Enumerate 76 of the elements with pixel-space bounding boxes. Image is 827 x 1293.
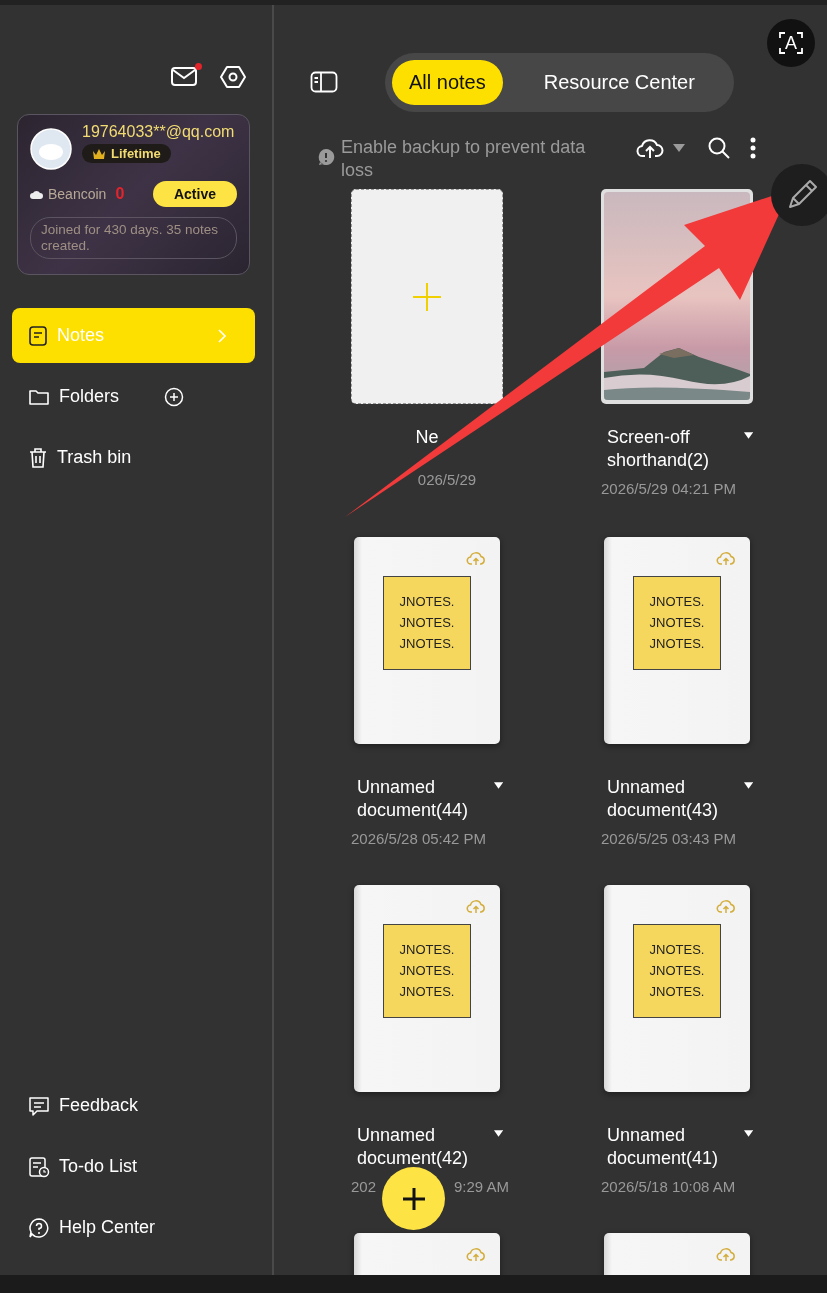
note-title: Ne bbox=[415, 426, 439, 449]
search-icon[interactable] bbox=[707, 136, 731, 160]
cloud-icon bbox=[30, 189, 43, 199]
cover-text: JNOTES. bbox=[649, 615, 705, 631]
note-date: 9:29 AM bbox=[453, 1178, 509, 1195]
document-card[interactable]: JNOTES. JNOTES. JNOTES. bbox=[604, 885, 750, 1092]
plus-icon bbox=[413, 282, 441, 311]
text-scan-button[interactable]: A bbox=[767, 19, 815, 67]
avatar-icon bbox=[30, 128, 72, 170]
cloud-upload-icon bbox=[716, 551, 736, 566]
document-card[interactable]: JNOTES. JNOTES. JNOTES. bbox=[354, 885, 500, 1092]
todo-icon bbox=[28, 1155, 50, 1178]
coin-count: 0 bbox=[115, 185, 125, 203]
cover-text: JNOTES. bbox=[399, 615, 455, 631]
cover-text: JNOTES. bbox=[399, 594, 455, 610]
note-title: Unnamed document(44) bbox=[357, 776, 470, 822]
cloud-upload-icon bbox=[466, 899, 486, 914]
note-date: 2026/5/18 10:08 AM bbox=[601, 1178, 737, 1195]
chevron-icon bbox=[217, 328, 227, 343]
cover-text: JNOTES. bbox=[399, 984, 455, 1000]
pen-icon bbox=[786, 179, 818, 211]
cloud-upload-icon bbox=[466, 551, 486, 566]
cover-text: JNOTES. bbox=[399, 636, 455, 652]
cover-text: JNOTES. bbox=[649, 942, 705, 958]
note-date: 2026/5/28 05:42 PM bbox=[351, 830, 488, 847]
help-icon bbox=[28, 1216, 50, 1239]
cloud-upload-icon bbox=[716, 1247, 736, 1262]
note-title: Unnamed document(41) bbox=[607, 1124, 720, 1170]
sidebar-toggle-icon[interactable] bbox=[310, 71, 338, 93]
caret-icon[interactable] bbox=[743, 1130, 753, 1137]
caret-icon[interactable] bbox=[493, 1130, 503, 1137]
note-date: 202 bbox=[351, 1178, 377, 1195]
note-icon bbox=[28, 324, 48, 347]
footer-link[interactable]: To-do List bbox=[12, 1139, 255, 1194]
cover-text: JNOTES. bbox=[399, 942, 455, 958]
membership-badge: Lifetime bbox=[82, 144, 171, 163]
more-icon[interactable] bbox=[750, 137, 756, 159]
settings-icon[interactable] bbox=[220, 65, 246, 89]
footer-link[interactable]: Feedback bbox=[12, 1078, 255, 1133]
note-title: Unnamed document(42) bbox=[357, 1124, 470, 1170]
tab[interactable]: All notes bbox=[392, 59, 503, 105]
note-date: 2026/5/29 04:21 PM bbox=[601, 480, 738, 497]
nav-item[interactable]: Trash bin bbox=[12, 430, 255, 485]
cover-text: JNOTES. bbox=[399, 963, 455, 979]
document-card[interactable]: JNOTES. JNOTES. JNOTES. bbox=[354, 537, 500, 744]
caret-icon[interactable] bbox=[493, 782, 503, 789]
add-folder-icon[interactable] bbox=[164, 386, 185, 407]
note-date: 2026/5/25 03:43 PM bbox=[601, 830, 738, 847]
scan-frame-icon bbox=[779, 31, 803, 55]
trash-icon bbox=[28, 446, 48, 469]
cover-text: JNOTES. bbox=[649, 636, 705, 652]
account-email: 19764033**@qq.com bbox=[82, 123, 235, 141]
tab[interactable]: Resource Center bbox=[526, 59, 712, 105]
active-button[interactable]: Active bbox=[152, 181, 237, 207]
caret-icon[interactable] bbox=[743, 432, 753, 439]
coin-label: Beancoin bbox=[48, 186, 107, 202]
note-date: 026/5/29 bbox=[416, 471, 477, 488]
footer-link[interactable]: Help Center bbox=[12, 1200, 255, 1255]
note-title: Unnamed document(43) bbox=[607, 776, 720, 822]
profile-card[interactable]: 19764033**@qq.com Lifetime Beancoin 0 Active Joined for 430 days. 35 notes created. bbox=[17, 114, 250, 275]
cover-text: JNOTES. bbox=[649, 594, 705, 610]
caret-icon[interactable] bbox=[743, 782, 753, 789]
cover-text: JNOTES. bbox=[649, 984, 705, 1000]
nav-item[interactable]: Folders bbox=[12, 369, 255, 424]
document-card[interactable]: JNOTES. JNOTES. JNOTES. bbox=[604, 537, 750, 744]
membership-summary: Joined for 430 days. 35 notes created. bbox=[30, 217, 237, 259]
cloud-upload-icon bbox=[466, 1247, 486, 1262]
backup-notice: Enable backup to prevent data loss bbox=[341, 136, 587, 182]
note-title: Screen-off shorthand(2) bbox=[607, 426, 711, 472]
pen-button[interactable] bbox=[771, 164, 827, 226]
plus-icon bbox=[402, 1187, 425, 1210]
feedback-icon bbox=[28, 1094, 50, 1117]
cloud-upload-icon[interactable] bbox=[636, 137, 664, 159]
cloud-upload-icon bbox=[716, 899, 736, 914]
alert-icon bbox=[317, 148, 335, 166]
cover-text: JNOTES. bbox=[649, 963, 705, 979]
